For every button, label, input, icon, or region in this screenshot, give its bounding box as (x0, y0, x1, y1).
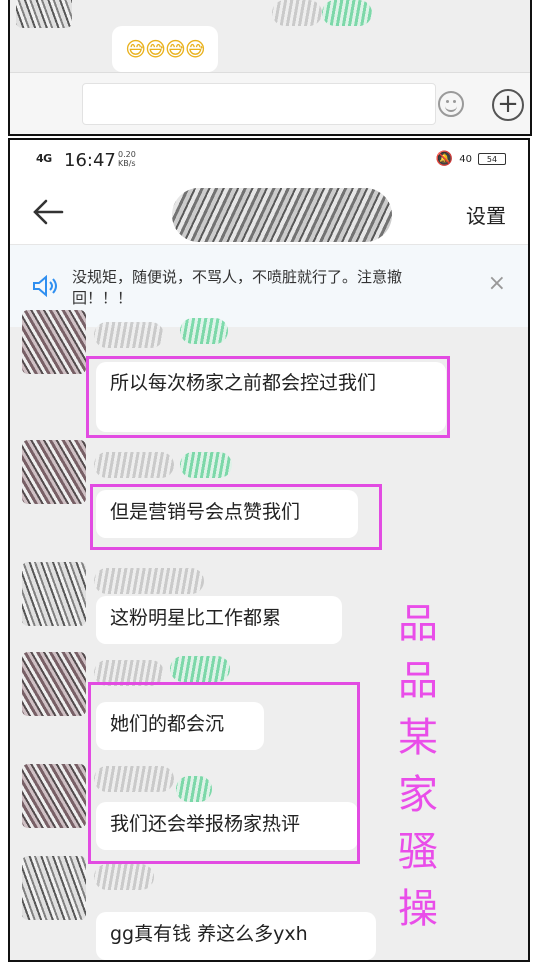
watermark-char: 品 (398, 601, 438, 647)
watermark-char: 某 (398, 715, 438, 761)
top-frame (8, 0, 532, 136)
watermark-char: 家 (398, 772, 438, 818)
watermark-char: 品 (398, 658, 438, 704)
watermark-char: 骚 (398, 829, 438, 875)
main-frame (8, 138, 530, 962)
watermark-text: 品 品 某 家 骚 操 (396, 596, 440, 938)
watermark-char: 操 (398, 886, 438, 932)
